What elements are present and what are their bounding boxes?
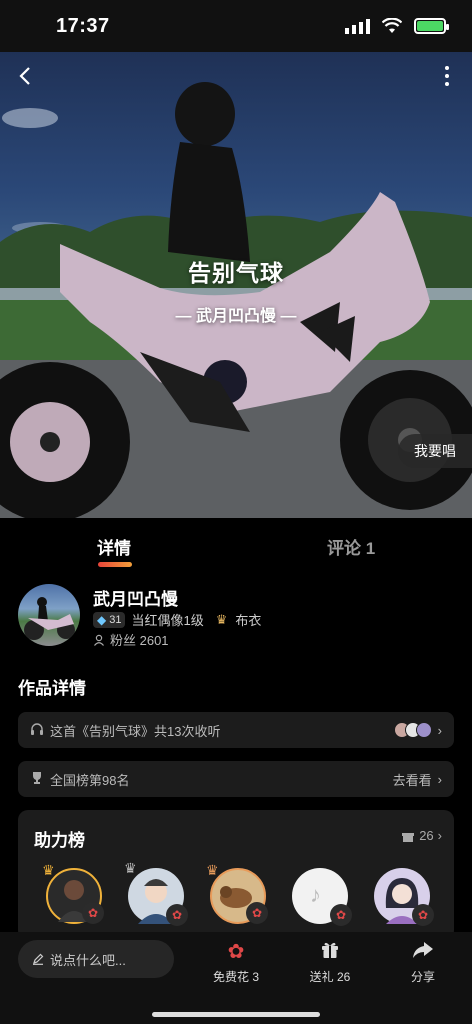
home-indicator (152, 1012, 320, 1017)
support-ranking-card[interactable]: 助力榜 26 › ♛ ✿ ♛ ✿ ♛ ✿ ♪ ✿ ✿ (18, 810, 454, 940)
battery-icon (414, 18, 449, 34)
flower-badge-icon: ✿ (82, 902, 104, 924)
supporter-avatar[interactable]: ♛ ✿ (124, 860, 188, 926)
avatar[interactable] (18, 584, 80, 646)
listen-count-row[interactable]: 这首《告别气球》共13次收听 › (18, 712, 454, 748)
supporter-avatar[interactable]: ✿ (374, 868, 434, 926)
chevron-right-icon: › (437, 722, 442, 738)
status-time: 17:37 (56, 14, 110, 37)
level-badge: ◆ 31 (93, 611, 126, 628)
crown-icon: ♛ (215, 611, 228, 627)
artist-title: 当红偶像1级 (131, 613, 204, 628)
comment-input[interactable]: 说点什么吧... (18, 940, 174, 978)
song-title: 告别气球 (188, 260, 284, 286)
supporter-avatar[interactable]: ♛ ✿ (42, 862, 104, 924)
flower-badge-icon: ✿ (412, 904, 434, 926)
music-note-icon: ♪ (310, 882, 321, 907)
share-button[interactable]: 分享 (400, 940, 446, 985)
pencil-icon (33, 953, 44, 965)
rose-icon: ✿ (227, 941, 245, 963)
supporter-avatar[interactable]: ♪ ✿ (292, 868, 352, 926)
crown-badge-icon: ♛ (42, 862, 55, 878)
flower-badge-icon: ✿ (166, 904, 188, 926)
song-artist: — 武月凹凸慢 — (175, 308, 297, 325)
crown-badge-icon: ♛ (206, 862, 219, 878)
gift-box-icon (302, 940, 358, 964)
gift-icon (402, 833, 415, 842)
flower-badge-icon: ✿ (330, 904, 352, 926)
person-icon (94, 634, 104, 646)
artist-name: 武月凹凸慢 (93, 590, 178, 609)
listen-count-text: 这首《告别气球》共13次收听 (50, 723, 221, 739)
support-count[interactable]: 26 › (401, 828, 442, 843)
trophy-icon (30, 771, 44, 788)
artist-rank-name: 布衣 (235, 613, 262, 628)
back-arrow-icon[interactable] (14, 64, 38, 88)
chevron-right-icon: › (437, 771, 442, 787)
status-bar: 17:37 (0, 0, 472, 52)
national-rank-text: 全国榜第98名 (50, 772, 130, 788)
wifi-icon (382, 18, 402, 33)
chevron-right-icon: › (437, 828, 442, 843)
crown-badge-icon: ♛ (124, 860, 137, 876)
national-rank-row[interactable]: 全国榜第98名 去看看 › (18, 761, 454, 797)
go-see-link[interactable]: 去看看 (393, 770, 432, 789)
status-icons (345, 18, 449, 34)
more-options-icon[interactable] (444, 66, 450, 86)
bottom-action-bar: 说点什么吧... ✿ 免费花 3 送礼 26 分享 (0, 932, 472, 1024)
share-arrow-icon (400, 940, 446, 964)
gift-button[interactable]: 送礼 26 (302, 940, 358, 985)
works-section-title: 作品详情 (18, 679, 86, 698)
supporter-avatar[interactable]: ♛ ✿ (206, 862, 268, 924)
headphones-icon (30, 722, 44, 739)
flower-badge-icon: ✿ (246, 902, 268, 924)
signal-icon (345, 18, 370, 34)
tab-bar: 详情 评论 1 (0, 518, 472, 574)
tab-details[interactable]: 详情 (97, 534, 131, 559)
listener-avatars: › (393, 722, 442, 738)
song-cover-hero: 告别气球 — 武月凹凸慢 — 我要唱 (0, 52, 472, 518)
support-ranking-title: 助力榜 (34, 831, 85, 850)
comment-placeholder: 说点什么吧... (50, 952, 126, 968)
free-flower-button[interactable]: ✿ 免费花 3 (204, 940, 268, 985)
sing-button[interactable]: 我要唱 (398, 434, 472, 468)
diamond-icon: ◆ (97, 612, 107, 627)
tab-comments[interactable]: 评论 1 (327, 534, 375, 559)
fans-count: 粉丝 2601 (93, 630, 169, 649)
artist-profile[interactable]: 武月凹凸慢 ◆ 31 当红偶像1级 ♛ 布衣 粉丝 2601 (18, 582, 458, 652)
active-tab-indicator (98, 562, 132, 567)
artist-level-row: ◆ 31 当红偶像1级 ♛ 布衣 (93, 610, 261, 629)
